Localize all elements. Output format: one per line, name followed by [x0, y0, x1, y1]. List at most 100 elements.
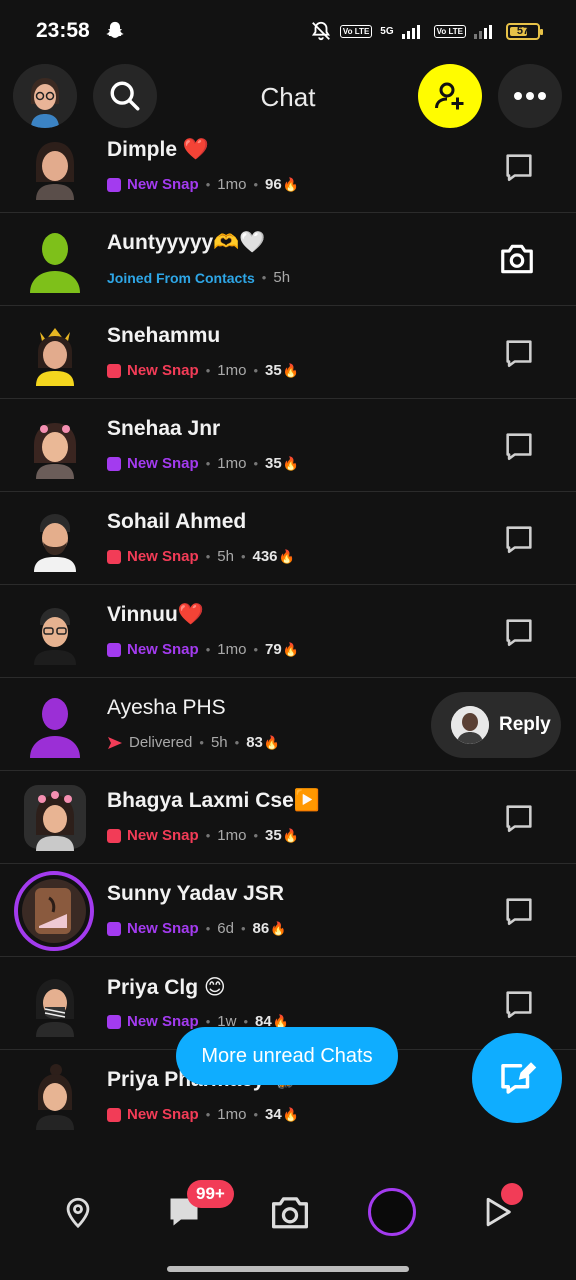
chat-time: 1mo [217, 827, 247, 844]
chat-bubble-icon[interactable] [502, 522, 536, 556]
chat-bubble-icon[interactable] [502, 336, 536, 370]
bell-muted-icon [311, 21, 330, 41]
chat-status: New Snap [127, 1106, 199, 1123]
fire-icon: 🔥 [282, 176, 299, 192]
more-dots-icon [514, 92, 546, 100]
fire-icon: 🔥 [270, 920, 287, 936]
camera-icon [272, 1197, 308, 1229]
battery-level: 57 [516, 25, 530, 37]
chat-time: 6d [217, 920, 234, 937]
chat-status: New Snap [127, 827, 199, 844]
chat-row[interactable]: Sunny Yadav JSR New Snap • 6d • 86 🔥 [0, 864, 576, 957]
nav-camera[interactable] [262, 1184, 318, 1240]
fire-icon: 🔥 [263, 734, 281, 750]
chat-row[interactable]: Snehaa Jnr New Snap • 1mo • 35 🔥 [0, 399, 576, 492]
new-snap-square-icon [107, 1107, 121, 1122]
chat-row[interactable]: Dimple ❤️ New Snap • 1mo • 96 🔥 [0, 136, 576, 213]
fire-icon: 🔥 [282, 455, 299, 471]
chat-time: 1mo [217, 455, 247, 472]
add-friend-icon [435, 82, 464, 110]
chat-time: 1mo [217, 641, 247, 658]
chat-meta: New Snap • 5h • 436 🔥 [107, 548, 295, 565]
more-unread-chats-button[interactable]: More unread Chats [176, 1027, 398, 1085]
chat-meta: New Snap • 1mo • 35 🔥 [107, 455, 299, 472]
chat-name: Dimple ❤️ [107, 138, 209, 161]
volte-icon-2: Vo LTE [433, 24, 466, 38]
chat-bubble-icon[interactable] [502, 987, 536, 1021]
map-pin-icon [66, 1197, 90, 1229]
streak-count: 34 [265, 1106, 282, 1123]
fire-icon: 🔥 [278, 548, 295, 564]
chat-meta: New Snap • 1mo • 35 🔥 [107, 827, 299, 844]
chat-name: Auntyyyyy🫶🤍 [107, 231, 266, 254]
chat-status: New Snap [127, 641, 199, 658]
new-snap-square-icon [107, 456, 121, 471]
network-5g-label: 5G [380, 25, 394, 37]
chat-row[interactable]: Sohail Ahmed New Snap • 5h • 436 🔥 [0, 492, 576, 585]
chat-row[interactable]: Vinnuu❤️ New Snap • 1mo • 79 🔥 [0, 585, 576, 678]
more-options-button[interactable] [498, 64, 562, 128]
chat-status: New Snap [127, 455, 199, 472]
chat-row[interactable]: Ayesha PHS Delivered • 5h • 83 🔥 Reply [0, 678, 576, 771]
chat-header: Chat [0, 62, 576, 136]
camera-reply-icon[interactable] [498, 240, 536, 278]
chat-row[interactable]: Bhagya Laxmi Cse▶️ New Snap • 1mo • 35 🔥 [0, 771, 576, 864]
chat-list: Dimple ❤️ New Snap • 1mo • 96 🔥 Auntyyyy… [0, 136, 576, 1144]
new-snap-square-icon [107, 921, 121, 936]
nav-stories[interactable] [364, 1184, 420, 1240]
bitmoji-avatar-icon [36, 142, 74, 200]
chat-bubble-icon[interactable] [502, 150, 536, 184]
chat-status: New Snap [127, 176, 199, 193]
status-bar: 23:58 Vo LTE 5G Vo LTE 57 [0, 0, 576, 62]
chat-name: Ayesha PHS [107, 696, 226, 719]
bitmoji-avatar-icon [24, 785, 86, 851]
chat-time: 1mo [217, 1106, 247, 1123]
delivered-arrow-icon [108, 736, 122, 749]
chat-bubble-icon[interactable] [502, 429, 536, 463]
reply-thumbnail-icon [451, 706, 489, 744]
new-chat-button[interactable] [472, 1033, 562, 1123]
default-avatar-icon [30, 233, 80, 293]
chat-bubble-icon[interactable] [502, 894, 536, 928]
fire-icon: 🔥 [282, 1106, 299, 1122]
chat-name: Snehaa Jnr [107, 417, 221, 440]
chat-status: Joined From Contacts [107, 269, 255, 286]
battery-icon: 57 [506, 22, 543, 40]
chat-meta: New Snap • 6d • 86 🔥 [107, 920, 286, 937]
reply-avatar [451, 706, 489, 744]
fire-icon: 🔥 [282, 641, 299, 657]
bitmoji-avatar-icon [34, 514, 76, 572]
chat-name: Bhagya Laxmi Cse▶️ [107, 789, 320, 812]
streak-count: 35 [265, 455, 282, 472]
new-snap-square-icon [107, 363, 121, 378]
snapchat-ghost-icon [106, 21, 124, 38]
add-friend-button[interactable] [418, 64, 482, 128]
streak-count: 96 [265, 176, 282, 193]
volte-icon: Vo LTE [339, 24, 373, 38]
bitmoji-avatar-icon [36, 328, 74, 386]
chat-name: Snehammu [107, 324, 221, 347]
nav-map[interactable] [50, 1184, 106, 1240]
story-ring-icon [368, 1188, 416, 1236]
bitmoji-avatar-icon [36, 979, 74, 1037]
streak-count: 83 [246, 734, 263, 751]
reply-button[interactable]: Reply [431, 692, 561, 758]
new-snap-square-icon [107, 549, 121, 564]
signal-icon-2 [474, 25, 492, 39]
chat-time: 5h [273, 269, 291, 286]
chat-status: New Snap [127, 1013, 199, 1030]
chat-unread-badge: 99+ [187, 1180, 234, 1208]
chat-status: Delivered [129, 734, 193, 751]
chat-row[interactable]: Snehammu New Snap • 1mo • 35 🔥 [0, 306, 576, 399]
status-time: 23:58 [36, 19, 90, 42]
bitmoji-avatar-icon [34, 608, 76, 665]
new-snap-square-icon [107, 642, 121, 657]
chat-meta: Joined From Contacts • 5h [107, 269, 291, 286]
chat-name: Sohail Ahmed [107, 510, 247, 533]
spotlight-notification-dot [501, 1183, 523, 1205]
chat-row[interactable]: Auntyyyyy🫶🤍 Joined From Contacts • 5h [0, 213, 576, 306]
chat-bubble-icon[interactable] [502, 801, 536, 835]
chat-bubble-icon[interactable] [502, 615, 536, 649]
story-avatar-icon [14, 871, 94, 951]
home-indicator[interactable] [167, 1266, 409, 1272]
